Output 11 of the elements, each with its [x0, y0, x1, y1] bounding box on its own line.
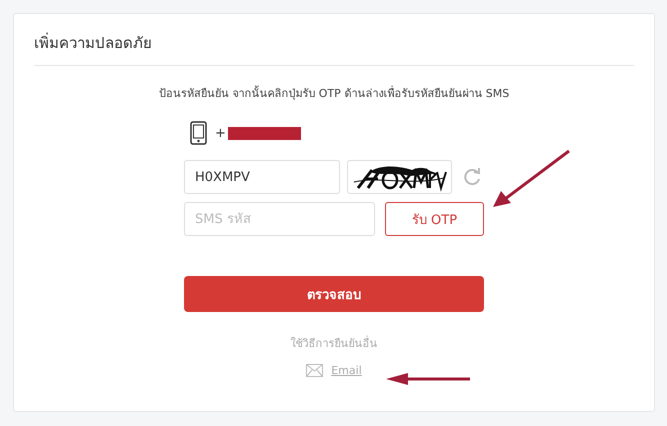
get-otp-button[interactable]: รับ OTP — [385, 202, 484, 236]
phone-prefix: + — [215, 126, 226, 140]
envelope-icon — [306, 364, 324, 377]
captcha-input[interactable]: H0XMPV — [184, 160, 340, 194]
refresh-icon[interactable] — [462, 167, 482, 187]
phone-icon — [190, 121, 207, 145]
page-title: เพิ่มความปลอดภัย — [34, 32, 153, 54]
sms-code-input[interactable]: SMS รหัส — [184, 202, 375, 236]
instruction-text: ป้อนรหัสยืนยัน จากนั้นคลิกปุ่มรับ OTP ด้านล่างเพื่อรับรหัสยืนยันผ่าน SMS — [158, 84, 510, 102]
other-methods-label: ใช้วิธีการยืนยันอื่น — [290, 334, 378, 352]
verify-button[interactable]: ตรวจสอบ — [184, 276, 484, 312]
